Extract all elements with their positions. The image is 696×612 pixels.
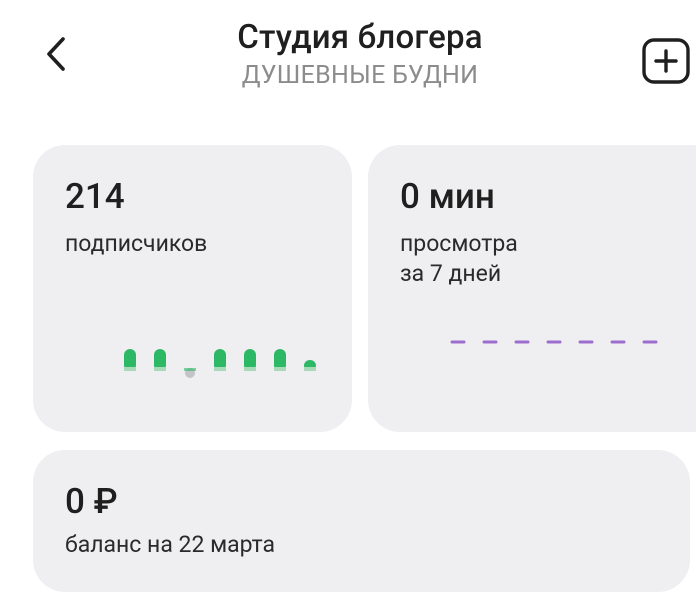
subscribers-bar bbox=[304, 360, 316, 371]
subscribers-bar bbox=[124, 349, 136, 371]
subscribers-bar bbox=[214, 349, 226, 371]
views-mini-chart bbox=[450, 340, 658, 344]
blogger-studio-screen: Студия блогера ДУШЕВНЫЕ БУДНИ 214 подпис… bbox=[0, 0, 696, 612]
page-title: Студия блогера bbox=[237, 18, 483, 57]
balance-label: баланс на 22 марта bbox=[65, 531, 276, 558]
subscribers-bar-shadow bbox=[244, 367, 256, 371]
subscribers-card[interactable]: 214 подписчиков bbox=[33, 145, 352, 432]
subscribers-bar bbox=[154, 349, 166, 371]
views-card[interactable]: 0 мин просмотра за 7 дней bbox=[368, 145, 696, 432]
subscribers-bar-shadow bbox=[124, 367, 136, 371]
subscribers-mini-chart bbox=[124, 349, 316, 378]
subscribers-bar bbox=[274, 349, 286, 371]
add-button[interactable] bbox=[640, 36, 694, 86]
subscribers-bar-shadow bbox=[304, 367, 316, 371]
subscribers-bar-shadow bbox=[274, 367, 286, 371]
balance-amount: 0 ₽ bbox=[65, 481, 118, 522]
subscribers-bar-shadow bbox=[154, 367, 166, 371]
header: Студия блогера ДУШЕВНЫЕ БУДНИ bbox=[0, 0, 696, 120]
channel-name: ДУШЕВНЫЕ БУДНИ bbox=[241, 61, 479, 90]
balance-card[interactable]: 0 ₽ баланс на 22 марта bbox=[33, 450, 690, 592]
subscribers-bar bbox=[184, 368, 196, 378]
subscribers-bar-shadow bbox=[214, 367, 226, 371]
subscribers-bar-base bbox=[184, 368, 196, 371]
subscribers-bar bbox=[244, 349, 256, 371]
plus-square-icon bbox=[642, 38, 690, 84]
